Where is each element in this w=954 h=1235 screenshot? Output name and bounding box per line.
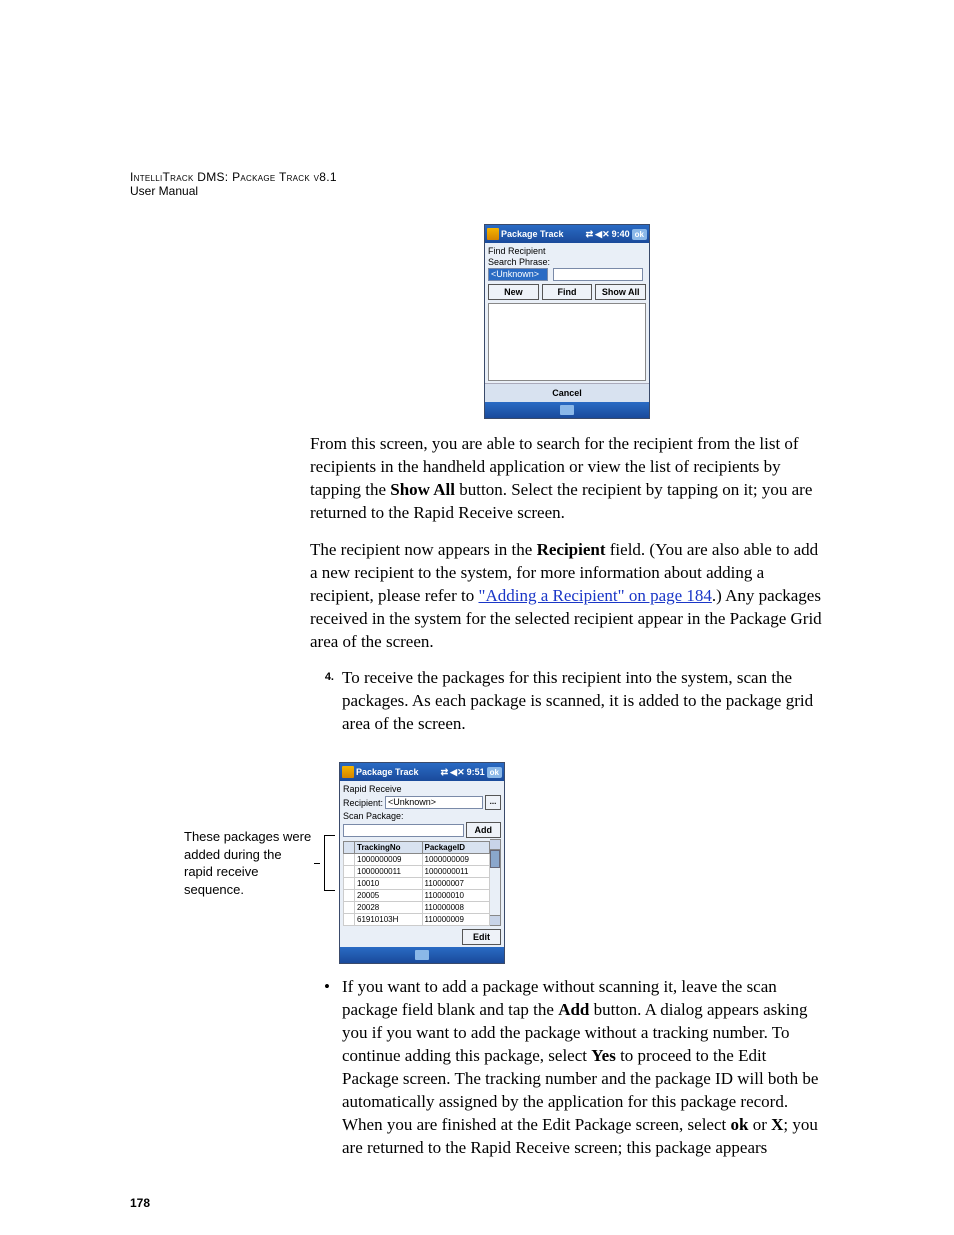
app-icon — [487, 228, 499, 240]
find-button[interactable]: Find — [542, 284, 593, 300]
connectivity-icon: ⇄ — [586, 229, 594, 240]
col-packageid[interactable]: PackageID — [422, 842, 490, 854]
add-button[interactable]: Add — [466, 822, 502, 838]
device-rapid-receive: Package Track ⇄ ◀✕ 9:51 ok Rapid Receive… — [339, 762, 505, 964]
step-4: 4. To receive the packages for this reci… — [310, 667, 824, 750]
device-find-recipient: Package Track ⇄ ◀✕ 9:40 ok Find Recipien… — [484, 224, 650, 419]
volume-icon: ◀✕ — [595, 229, 609, 240]
callout-bracket — [324, 835, 335, 891]
recipient-browse-button[interactable]: ... — [485, 795, 501, 810]
keyboard-icon[interactable] — [560, 405, 574, 415]
keyboard-icon[interactable] — [415, 950, 429, 960]
scroll-down-icon[interactable] — [490, 915, 500, 925]
scroll-up-icon[interactable] — [490, 840, 500, 850]
page-number: 178 — [130, 1196, 150, 1210]
recipient-label: Recipient: — [343, 798, 383, 808]
col-trackingno[interactable]: TrackingNo — [355, 842, 423, 854]
callout-text: These packages were added during the rap… — [184, 828, 314, 898]
table-row: 10010110000007 — [344, 878, 490, 890]
scan-package-label: Scan Package: — [343, 811, 501, 821]
package-grid[interactable]: TrackingNo PackageID 1000000009100000000… — [343, 841, 490, 926]
device-titlebar: Package Track ⇄ ◀✕ 9:40 ok — [485, 225, 649, 243]
search-phrase-field[interactable]: <Unknown> — [488, 268, 548, 281]
search-phrase-extra[interactable] — [553, 268, 643, 281]
figure-rapid-receive: These packages were added during the rap… — [184, 762, 824, 964]
volume-icon: ◀✕ — [450, 767, 464, 778]
bullet-marker: • — [324, 976, 342, 999]
new-button[interactable]: New — [488, 284, 539, 300]
link-adding-recipient[interactable]: "Adding a Recipient" on page 184 — [479, 586, 712, 605]
ok-button-2[interactable]: ok — [487, 767, 502, 778]
header-product: IntelliTrack DMS: Package Track v8.1 — [130, 170, 337, 184]
paragraph-1: From this screen, you are able to search… — [310, 433, 824, 525]
device-time-2: 9:51 — [467, 767, 485, 777]
device-time: 9:40 — [612, 229, 630, 239]
scan-package-field[interactable] — [343, 824, 464, 837]
app-icon — [342, 766, 354, 778]
device-title-2: Package Track — [356, 767, 419, 777]
table-row: 20028110000008 — [344, 902, 490, 914]
device-titlebar-2: Package Track ⇄ ◀✕ 9:51 ok — [340, 763, 504, 781]
search-phrase-label: Search Phrase: — [488, 257, 646, 267]
paragraph-2: The recipient now appears in the Recipie… — [310, 539, 824, 654]
figure-find-recipient: Package Track ⇄ ◀✕ 9:40 ok Find Recipien… — [310, 224, 824, 419]
scroll-thumb[interactable] — [490, 850, 500, 868]
recipient-field[interactable]: <Unknown> — [385, 796, 483, 809]
results-list[interactable] — [488, 303, 646, 381]
ok-button[interactable]: ok — [632, 229, 647, 240]
screen-heading-2: Rapid Receive — [343, 784, 501, 794]
edit-button[interactable]: Edit — [462, 929, 501, 945]
connectivity-icon: ⇄ — [441, 767, 449, 778]
bullet-add-package: • If you want to add a package without s… — [324, 976, 824, 1174]
header-subtitle: User Manual — [130, 184, 198, 198]
grid-scrollbar[interactable] — [490, 839, 501, 926]
screen-heading: Find Recipient — [488, 246, 646, 256]
step-4-text: To receive the packages for this recipie… — [342, 667, 824, 736]
device-title: Package Track — [501, 229, 564, 239]
table-row: 10000000111000000011 — [344, 866, 490, 878]
table-row: 61910103H110000009 — [344, 914, 490, 926]
show-all-button[interactable]: Show All — [595, 284, 646, 300]
table-row: 10000000091000000009 — [344, 854, 490, 866]
page-header: IntelliTrack DMS: Package Track v8.1 Use… — [130, 170, 824, 198]
cancel-button[interactable]: Cancel — [552, 388, 582, 398]
table-row: 20005110000010 — [344, 890, 490, 902]
step-number: 4. — [310, 671, 342, 683]
